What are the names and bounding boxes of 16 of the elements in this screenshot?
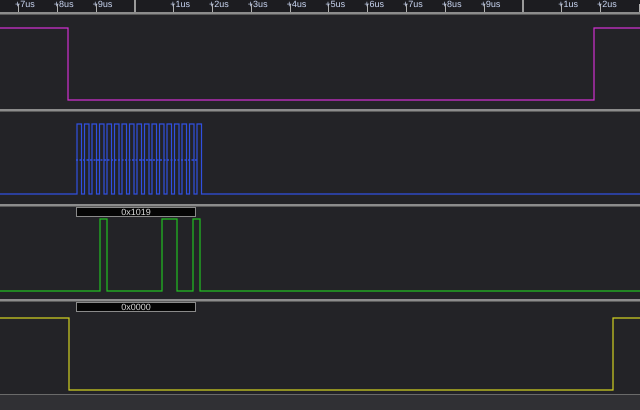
bus-value-label: 0x0000 — [76, 302, 196, 312]
tick-label: +1us — [558, 0, 578, 9]
tick-label: +3us — [248, 0, 268, 9]
tick-label: +7us — [403, 0, 423, 9]
tick-label: +6us — [364, 0, 384, 9]
tick-label: +9us — [480, 0, 500, 9]
tick-label: +8us — [442, 0, 462, 9]
tick-label: +4us — [286, 0, 306, 9]
tick-label: +2us — [597, 0, 617, 9]
tick-label: +5us — [325, 0, 346, 9]
tick-label: +8us — [54, 0, 74, 9]
tick-label: +9us — [92, 0, 112, 9]
bus-value-label: 0x1019 — [76, 207, 196, 217]
tick-label: +7us — [15, 0, 35, 9]
tick-label: +2us — [209, 0, 229, 9]
tick-label: +1us — [170, 0, 190, 9]
